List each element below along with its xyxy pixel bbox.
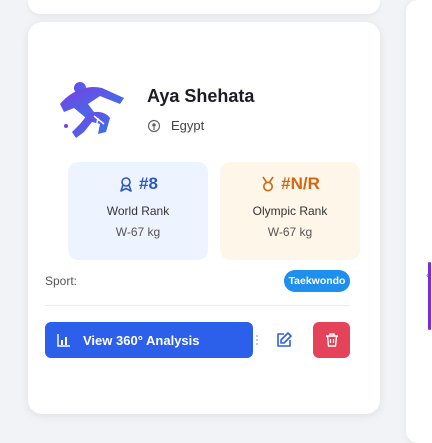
olympic-rank-panel: #N/R Olympic Rank W-67 kg	[220, 162, 360, 260]
medal-icon	[262, 176, 274, 192]
olympic-rank-label: Olympic Rank	[252, 204, 328, 218]
world-rank-weight: W-67 kg	[115, 225, 161, 239]
world-rank-panel: #8 World Rank W-67 kg	[68, 162, 208, 260]
view-analysis-label: View 360° Analysis	[83, 332, 200, 348]
previous-card-bottom	[28, 0, 380, 14]
world-rank-value: #8	[139, 174, 158, 193]
sport-badge: Taekwondo	[284, 270, 350, 292]
olympic-rank-weight: W-67 kg	[267, 225, 313, 239]
bar-chart-icon	[57, 334, 70, 347]
ribbon-icon	[120, 177, 132, 192]
world-rank-label: World Rank	[106, 204, 170, 218]
adjacent-card: ‹	[406, 0, 432, 443]
athlete-country: Egypt	[147, 118, 204, 133]
edit-button[interactable]	[266, 322, 302, 358]
view-analysis-button[interactable]: View 360° Analysis	[45, 322, 253, 358]
location-pin-icon	[147, 119, 161, 132]
taekwondo-fighter-icon	[60, 82, 124, 138]
trash-icon	[325, 333, 338, 347]
olympic-rank-value: #N/R	[281, 174, 320, 193]
adjacent-card-accent	[428, 262, 431, 330]
divider	[45, 305, 350, 306]
button-separator	[252, 322, 262, 358]
athlete-name: Aya Shehata	[147, 86, 255, 106]
delete-button[interactable]	[313, 322, 350, 358]
sport-label: Sport:	[45, 274, 78, 288]
country-label: Egypt	[171, 118, 205, 133]
edit-icon	[277, 332, 292, 347]
